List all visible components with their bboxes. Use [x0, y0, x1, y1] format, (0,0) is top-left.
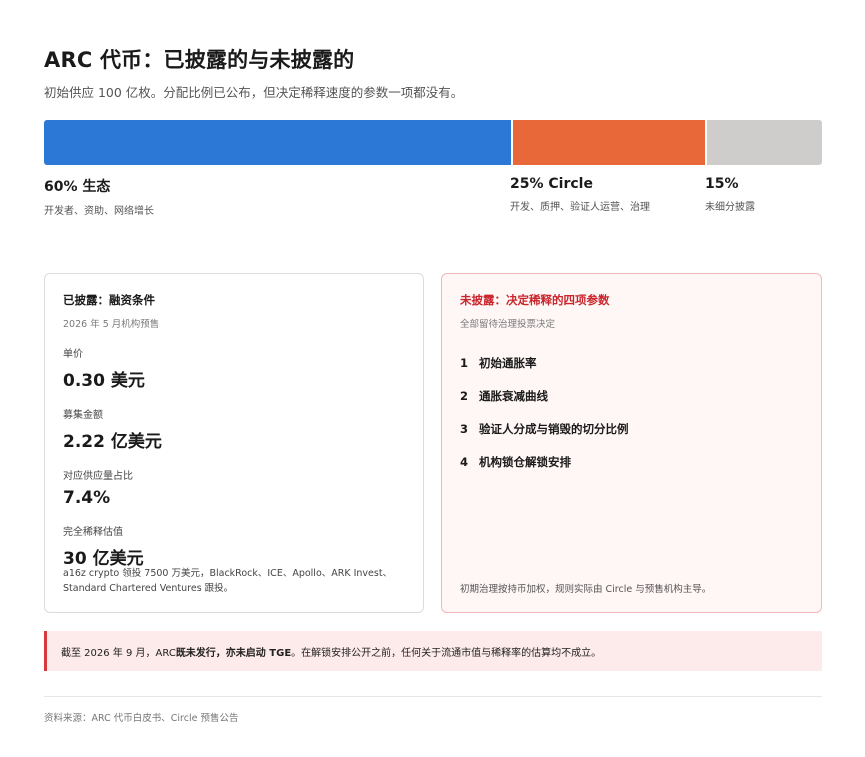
metric-label: 募集金额 — [63, 410, 103, 421]
callout-prefix: 截至 2026 年 9 月，ARC — [61, 647, 176, 659]
footer-divider — [44, 696, 822, 697]
allocation-pct: 25% Circle — [510, 176, 593, 192]
disclosed-card: 已披露：融资条件 2026 年 5 月机构预售 单价 0.30 美元 募集金额 … — [44, 273, 424, 613]
allocation-desc: 未细分披露 — [705, 202, 755, 213]
disclosed-title: 已披露：融资条件 — [63, 293, 155, 307]
undisclosed-subtitle: 全部留待治理投票决定 — [460, 319, 556, 330]
param-item: 4 机构锁仓解锁安排 — [460, 445, 803, 478]
metric-label: 完全稀释估值 — [63, 527, 123, 538]
undisclosed-card: 未披露：决定稀释的四项参数 全部留待治理投票决定 1 初始通胀率 2 通胀衰减曲线 … — [441, 273, 822, 613]
page-title: ARC 代币：已披露的与未披露的 — [44, 48, 355, 72]
metric-label: 单价 — [63, 349, 83, 360]
investors-note: a16z crypto 领投 7500 万美元，BlackRock、ICE、Ap… — [63, 566, 407, 596]
undisclosed-title: 未披露：决定稀释的四项参数 — [460, 293, 610, 307]
metric-raise-amount: 募集金额 2.22 亿美元 — [63, 406, 405, 452]
param-number: 3 — [460, 421, 469, 436]
metric-value: 7.4% — [63, 488, 111, 508]
param-label: 验证人分成与销毁的切分比例 — [479, 421, 629, 436]
allocation-bar — [44, 120, 822, 165]
allocation-label-ecosystem: 60% 生态 开发者、资助、网络增长 — [44, 176, 154, 217]
governance-note: 初期治理按持币加权，规则实际由 Circle 与预售机构主导。 — [460, 584, 712, 595]
allocation-segment-ecosystem — [44, 120, 511, 165]
param-label: 机构锁仓解锁安排 — [479, 454, 571, 469]
param-number: 4 — [460, 454, 469, 469]
allocation-segment-circle — [510, 120, 706, 165]
param-number: 2 — [460, 388, 469, 403]
allocation-label-undisclosed: 15% 未细分披露 — [705, 176, 755, 213]
investors-line: Standard Chartered Ventures 跟投。 — [63, 583, 234, 594]
param-number: 1 — [460, 355, 469, 370]
callout-suffix: 。在解锁安排公开之前，任何关于流通市值与稀释率的估算均不成立。 — [291, 647, 602, 659]
param-list: 1 初始通胀率 2 通胀衰减曲线 3 验证人分成与销毁的切分比例 4 机构锁仓解锁安排 — [460, 346, 803, 478]
metric-value: 0.30 美元 — [63, 371, 145, 391]
allocation-pct: 15% — [705, 176, 739, 192]
metric-fdv: 完全稀释估值 30 亿美元 — [63, 523, 405, 569]
param-item: 2 通胀衰减曲线 — [460, 379, 803, 412]
investors-line: a16z crypto 领投 7500 万美元，BlackRock、ICE、Ap… — [63, 568, 393, 579]
param-label: 通胀衰减曲线 — [479, 388, 548, 403]
param-item: 1 初始通胀率 — [460, 346, 803, 379]
allocation-desc: 开发、质押、验证人运营、治理 — [510, 202, 650, 213]
metric-supply-share: 对应供应量占比 7.4% — [63, 467, 405, 508]
allocation-label-circle: 25% Circle 开发、质押、验证人运营、治理 — [510, 176, 650, 213]
source-note: 资料来源：ARC 代币白皮书、Circle 预售公告 — [44, 713, 239, 724]
allocation-segment-undisclosed — [705, 120, 822, 165]
allocation-pct: 60% 生态 — [44, 179, 111, 195]
param-item: 3 验证人分成与销毁的切分比例 — [460, 412, 803, 445]
metric-unit-price: 单价 0.30 美元 — [63, 345, 405, 391]
status-callout: 截至 2026 年 9 月，ARC 既未发行，亦未启动 TGE 。在解锁安排公开之… — [44, 631, 822, 671]
callout-emphasis: 既未发行，亦未启动 TGE — [175, 647, 292, 659]
disclosed-subtitle: 2026 年 5 月机构预售 — [63, 319, 160, 330]
metric-value: 2.22 亿美元 — [63, 432, 162, 452]
metric-label: 对应供应量占比 — [63, 471, 133, 482]
page-subtitle: 初始供应 100 亿枚。分配比例已公布，但决定稀释速度的参数一项都没有。 — [44, 85, 464, 100]
param-label: 初始通胀率 — [479, 355, 537, 370]
allocation-desc: 开发者、资助、网络增长 — [44, 206, 154, 217]
